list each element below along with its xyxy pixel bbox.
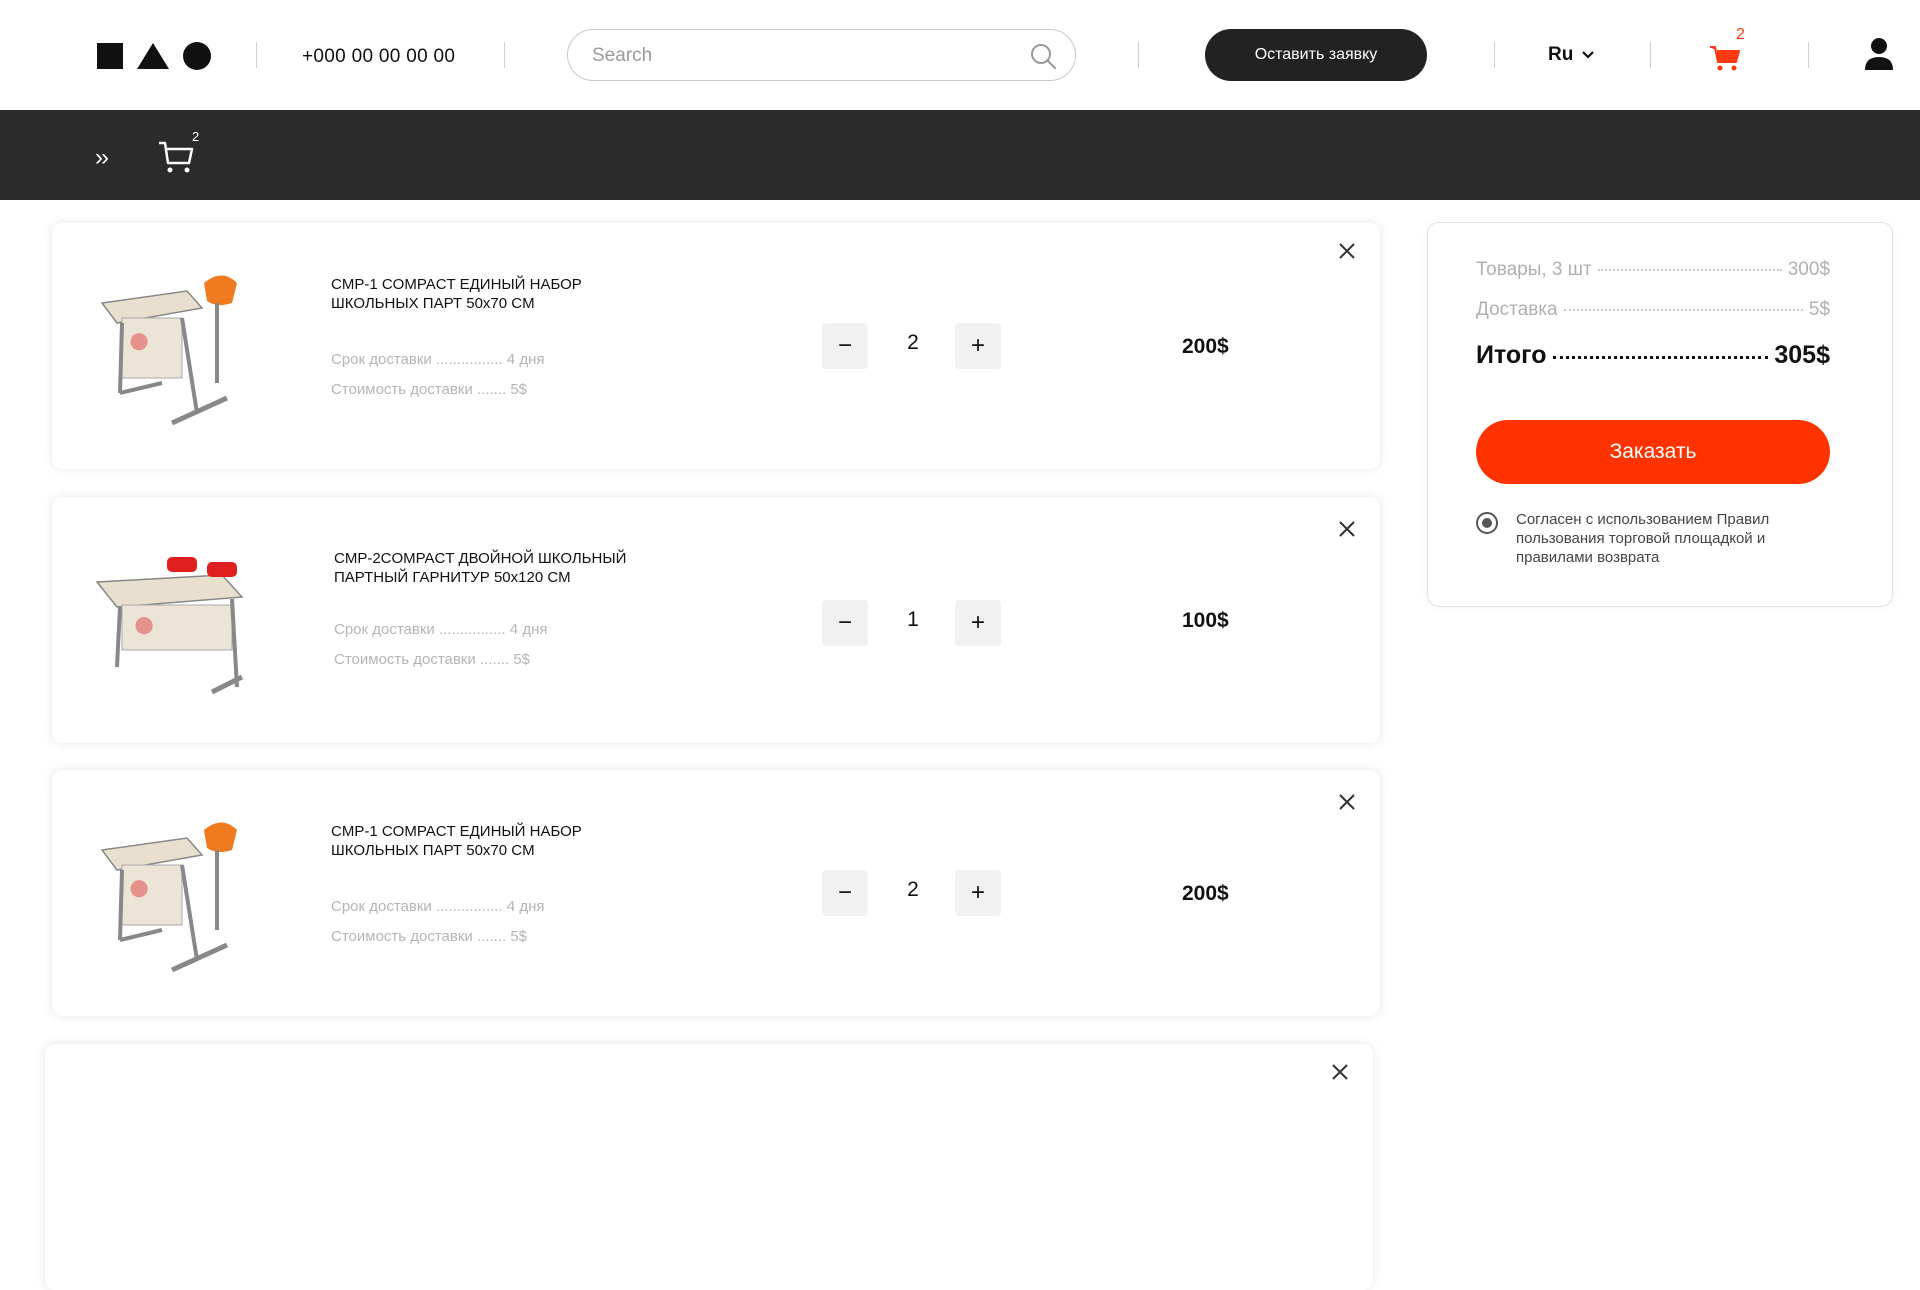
goods-value: 300$: [1787, 259, 1830, 280]
language-selector[interactable]: Ru: [1548, 44, 1595, 66]
goods-label: Товары, 3 шт: [1476, 259, 1592, 280]
close-icon[interactable]: [1328, 1060, 1352, 1084]
increase-quantity-button[interactable]: +: [955, 323, 1001, 369]
cart-outline-icon: [159, 141, 194, 173]
divider: [1808, 42, 1809, 68]
sub-navigation-bar: [0, 110, 1920, 200]
item-price: 200$: [1182, 335, 1229, 358]
dotted-leader: [1597, 269, 1782, 271]
agreement-radio[interactable]: [1476, 512, 1498, 534]
total-value: 305$: [1774, 341, 1830, 369]
total-label: Итого: [1476, 341, 1547, 369]
delivery-value: 5$: [1808, 299, 1830, 320]
logo-triangle-icon: [137, 43, 169, 69]
svg-text:●: ●: [127, 318, 151, 362]
item-title[interactable]: CMP-1 COMPACT ЕДИНЫЙ НАБОР ШКОЛЬНЫХ ПАРТ…: [331, 275, 661, 313]
double-school-desk-image[interactable]: ●: [92, 537, 262, 707]
svg-text:●: ●: [132, 602, 156, 646]
decrease-quantity-button[interactable]: −: [822, 323, 868, 369]
user-icon[interactable]: [1864, 36, 1894, 74]
single-school-desk-image[interactable]: ●: [92, 263, 262, 433]
dotted-leader: [1563, 309, 1803, 311]
single-school-desk-image[interactable]: ●: [92, 810, 262, 980]
agreement-text: Согласен с использованием Правил пользов…: [1516, 511, 1770, 566]
delivery-cost: Стоимость доставки ....... 5$: [334, 651, 531, 668]
delivery-label: Доставка: [1476, 299, 1558, 320]
item-title[interactable]: CMP-2COMPACT ДВОЙНОЙ ШКОЛЬНЫЙ ПАРТНЫЙ ГА…: [334, 549, 664, 587]
phone-number[interactable]: +000 00 00 00 00: [302, 46, 455, 68]
item-price: 200$: [1182, 882, 1229, 905]
quantity-value: 1: [907, 608, 919, 631]
subbar-cart[interactable]: 2: [157, 129, 199, 175]
dotted-leader: [1552, 356, 1769, 359]
order-button[interactable]: Заказать: [1476, 420, 1830, 484]
delivery-time: Срок доставки ................ 4 дня: [331, 898, 545, 915]
decrease-quantity-button[interactable]: −: [822, 870, 868, 916]
language-label: Ru: [1548, 44, 1574, 65]
double-chevron-icon[interactable]: ››: [95, 144, 109, 172]
logo[interactable]: [97, 42, 211, 70]
divider: [504, 42, 505, 68]
delivery-cost: Стоимость доставки ....... 5$: [331, 381, 528, 398]
search-input[interactable]: [592, 42, 992, 70]
delivery-time: Срок доставки ................ 4 дня: [334, 621, 548, 638]
cart-icon: [1710, 46, 1740, 71]
svg-text:●: ●: [127, 865, 151, 909]
summary-delivery-row: Доставка 5$: [1476, 299, 1830, 321]
item-price: 100$: [1182, 609, 1229, 632]
close-icon[interactable]: [1335, 517, 1359, 541]
order-summary: Товары, 3 шт 300$ Доставка 5$ Итого 305$…: [1427, 222, 1893, 607]
close-icon[interactable]: [1335, 790, 1359, 814]
item-title[interactable]: CMP-1 COMPACT ЕДИНЫЙ НАБОР ШКОЛЬНЫХ ПАРТ…: [331, 822, 661, 860]
search-box[interactable]: [567, 29, 1076, 81]
cart-item: ● CMP-2COMPACT ДВОЙНОЙ ШКОЛЬНЫЙ ПАРТНЫЙ …: [52, 497, 1380, 743]
top-header: +000 00 00 00 00 Оставить заявку Ru 2: [0, 0, 1920, 110]
cart-item: [45, 1044, 1373, 1290]
quantity-value: 2: [907, 331, 919, 354]
search-icon[interactable]: [1029, 42, 1057, 70]
header-cart[interactable]: 2: [1708, 26, 1745, 74]
logo-circle-icon: [183, 42, 211, 70]
agreement-option[interactable]: Согласен с использованием Правил пользов…: [1476, 510, 1830, 567]
summary-goods-row: Товары, 3 шт 300$: [1476, 259, 1830, 281]
summary-total-row: Итого 305$: [1476, 341, 1830, 370]
leave-request-button[interactable]: Оставить заявку: [1205, 29, 1427, 81]
subbar-cart-count: 2: [192, 129, 200, 144]
cart-item: ● CMP-1 COMPACT ЕДИНЫЙ НАБОР ШКОЛЬНЫХ ПА…: [52, 770, 1380, 1016]
divider: [1494, 42, 1495, 68]
delivery-time: Срок доставки ................ 4 дня: [331, 351, 545, 368]
increase-quantity-button[interactable]: +: [955, 870, 1001, 916]
divider: [1138, 42, 1139, 68]
increase-quantity-button[interactable]: +: [955, 600, 1001, 646]
chevron-down-icon: [1582, 51, 1595, 59]
divider: [1650, 42, 1651, 68]
logo-square-icon: [97, 43, 123, 69]
delivery-cost: Стоимость доставки ....... 5$: [331, 928, 528, 945]
cart-count-badge: 2: [1736, 26, 1745, 43]
cart-item: ● CMP-1 COMPACT ЕДИНЫЙ НАБОР ШКОЛЬНЫХ ПА…: [52, 223, 1380, 469]
decrease-quantity-button[interactable]: −: [822, 600, 868, 646]
close-icon[interactable]: [1335, 239, 1359, 263]
quantity-value: 2: [907, 878, 919, 901]
divider: [256, 42, 257, 68]
